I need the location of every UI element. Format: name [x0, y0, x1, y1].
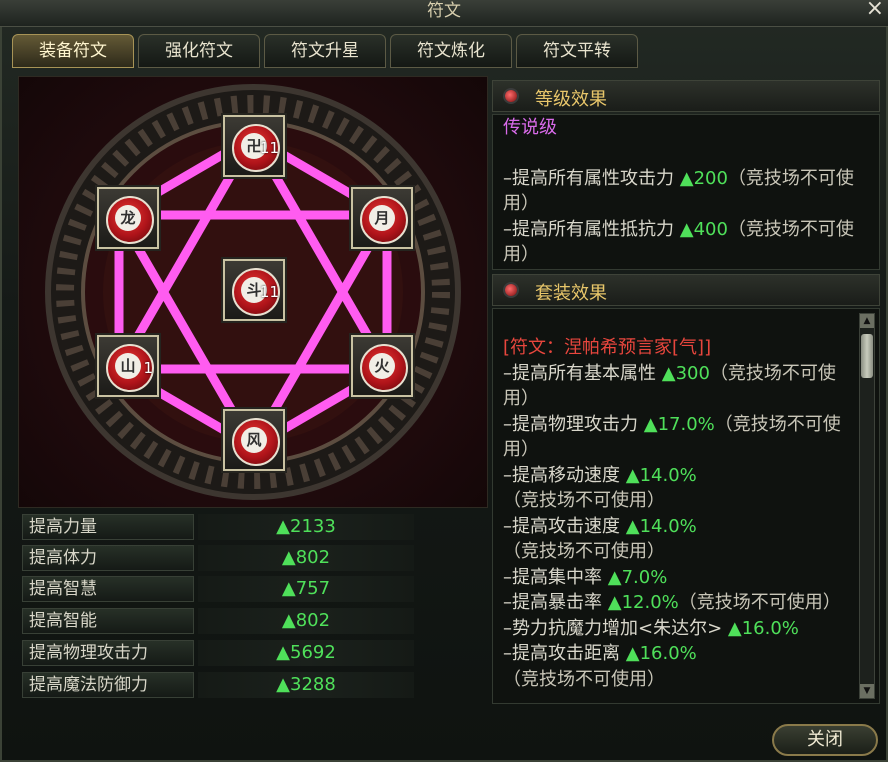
tab-equip-rune[interactable]: 装备符文 [12, 34, 134, 68]
effect-text: –提高攻击距离 [503, 643, 626, 664]
rune-slot-lower-left[interactable]: 山 1 [97, 335, 159, 397]
stat-value: ▲757 [198, 576, 414, 602]
set-name: [符文：涅帕希预言家[气]] [503, 337, 712, 358]
title-bar: 符文 × [0, 0, 888, 27]
stat-row: 提高力量 ▲2133 [22, 514, 414, 542]
effect-value: ▲200 [679, 167, 728, 189]
effect-note: （竞技场不可使用） [503, 541, 665, 562]
rune-glyph: 山 [115, 353, 141, 379]
effect-value: ▲300 [661, 362, 710, 384]
stat-name: 提高体力 [22, 545, 194, 571]
tab-rune-transfer[interactable]: 符文平转 [516, 34, 638, 68]
stat-row: 提高物理攻击力 ▲5692 [22, 640, 414, 668]
rune-level: 11 [259, 283, 279, 301]
rune-slot-top[interactable]: 卍 11 [223, 115, 285, 177]
scroll-down-icon[interactable]: ▼ [860, 684, 874, 698]
effect-line: –提高移动速度 ▲14.0% （竞技场不可使用） [493, 463, 861, 514]
effect-text: –提高物理攻击力 [503, 413, 644, 435]
stat-row: 提高体力 ▲802 [22, 545, 414, 573]
stat-row: 提高智能 ▲802 [22, 608, 414, 636]
rune-circle-panel: 卍 11 龙 月 斗 11 山 1 火 风 [18, 76, 488, 508]
set-effect-header: 套装效果 [492, 274, 880, 306]
rune-slot-bottom[interactable]: 风 [223, 409, 285, 471]
effect-line: –势力抗魔力增加<朱达尔> ▲16.0% [493, 616, 861, 642]
effect-text: –提高所有属性攻击力 [503, 167, 680, 189]
scroll-thumb[interactable] [861, 334, 873, 378]
close-button[interactable]: 关闭 [772, 724, 878, 756]
effect-value: ▲14.0% [625, 515, 697, 537]
level-effect-title: 等级效果 [535, 89, 607, 110]
effect-value: ▲12.0% [607, 592, 679, 613]
effects-panel: 等级效果 传说级 –提高所有属性攻击力 ▲200（竞技场不可使用） –提高所有属… [492, 76, 880, 706]
effect-line: –提高所有属性抵抗力 ▲400（竞技场不可使用） [493, 217, 879, 268]
rune-window: 符文 × 装备符文 强化符文 符文升星 符文炼化 符文平转 卍 11 龙 月 斗… [0, 0, 888, 762]
orb-icon [505, 90, 517, 102]
set-effect-box: [符文：涅帕希预言家[气]] –提高所有基本属性 ▲300（竞技场不可使用） –… [492, 308, 880, 704]
rune-glyph: 火 [369, 353, 395, 379]
effect-value: ▲16.0% [625, 643, 697, 664]
effect-note: （竞技场不可使用） [678, 592, 841, 613]
effect-line: –提高攻击距离 ▲16.0% （竞技场不可使用） [493, 641, 861, 692]
effect-note: （竞技场不可使用） [503, 668, 665, 690]
tab-rune-refine[interactable]: 符文炼化 [390, 34, 512, 68]
effect-line: –提高暴击率 ▲12.0%（竞技场不可使用） [493, 590, 861, 616]
effect-line: –提高所有基本属性 ▲300（竞技场不可使用） [493, 361, 861, 412]
close-icon[interactable]: × [866, 0, 884, 21]
effect-value: ▲7.0% [607, 566, 668, 588]
effect-text: –提高所有基本属性 [503, 362, 662, 384]
rune-slot-upper-left[interactable]: 龙 [97, 187, 159, 249]
effect-line: –提高物理攻击力 ▲17.0%（竞技场不可使用） [493, 412, 861, 463]
effect-value: ▲14.0% [625, 464, 697, 486]
effect-text: –势力抗魔力增加<朱达尔> [503, 617, 728, 639]
rune-glyph: 风 [241, 427, 267, 453]
stat-value: ▲3288 [198, 672, 414, 698]
effect-line: –提高集中率 ▲7.0% [493, 565, 861, 591]
grade-label: 传说级 [503, 117, 557, 138]
rune-level: 11 [259, 139, 279, 157]
rune-level: 1 [143, 359, 153, 377]
scroll-up-icon[interactable]: ▲ [860, 314, 874, 328]
window-title: 符文 [427, 1, 461, 21]
stat-name: 提高魔法防御力 [22, 672, 194, 698]
stat-value: ▲5692 [198, 640, 414, 666]
effect-value: ▲16.0% [727, 617, 799, 639]
effect-note: （竞技场不可使用） [503, 490, 665, 511]
rune-glyph: 月 [369, 205, 395, 231]
set-effect-title: 套装效果 [535, 283, 607, 304]
effect-text: –提高暴击率 [503, 592, 608, 613]
effect-text: –提高攻击速度 [503, 515, 626, 537]
rune-slot-center[interactable]: 斗 11 [223, 259, 285, 321]
stat-row: 提高魔法防御力 ▲3288 [22, 672, 414, 700]
stat-name: 提高智慧 [22, 576, 194, 602]
tab-rune-star-up[interactable]: 符文升星 [264, 34, 386, 68]
effect-value: ▲17.0% [643, 413, 715, 435]
stat-name: 提高力量 [22, 514, 194, 540]
tab-enhance-rune[interactable]: 强化符文 [138, 34, 260, 68]
effect-text: –提高移动速度 [503, 464, 626, 486]
scrollbar[interactable]: ▲ ▼ [859, 313, 875, 699]
level-effect-box: 传说级 –提高所有属性攻击力 ▲200（竞技场不可使用） –提高所有属性抵抗力 … [492, 114, 880, 270]
effect-value: ▲400 [679, 218, 728, 240]
effect-text: –提高集中率 [503, 566, 608, 588]
level-effect-header: 等级效果 [492, 80, 880, 112]
stat-value: ▲802 [198, 608, 414, 634]
stat-name: 提高智能 [22, 608, 194, 634]
effect-text: –提高所有属性抵抗力 [503, 218, 680, 240]
rune-slot-upper-right[interactable]: 月 [351, 187, 413, 249]
rune-glyph: 龙 [115, 205, 141, 231]
stat-value: ▲2133 [198, 514, 414, 540]
stat-value: ▲802 [198, 545, 414, 571]
effect-line: –提高所有属性攻击力 ▲200（竞技场不可使用） [493, 166, 879, 217]
orb-icon [505, 284, 517, 296]
stat-row: 提高智慧 ▲757 [22, 576, 414, 604]
rune-slot-lower-right[interactable]: 火 [351, 335, 413, 397]
stat-name: 提高物理攻击力 [22, 640, 194, 666]
effect-line: –提高攻击速度 ▲14.0% （竞技场不可使用） [493, 514, 861, 565]
